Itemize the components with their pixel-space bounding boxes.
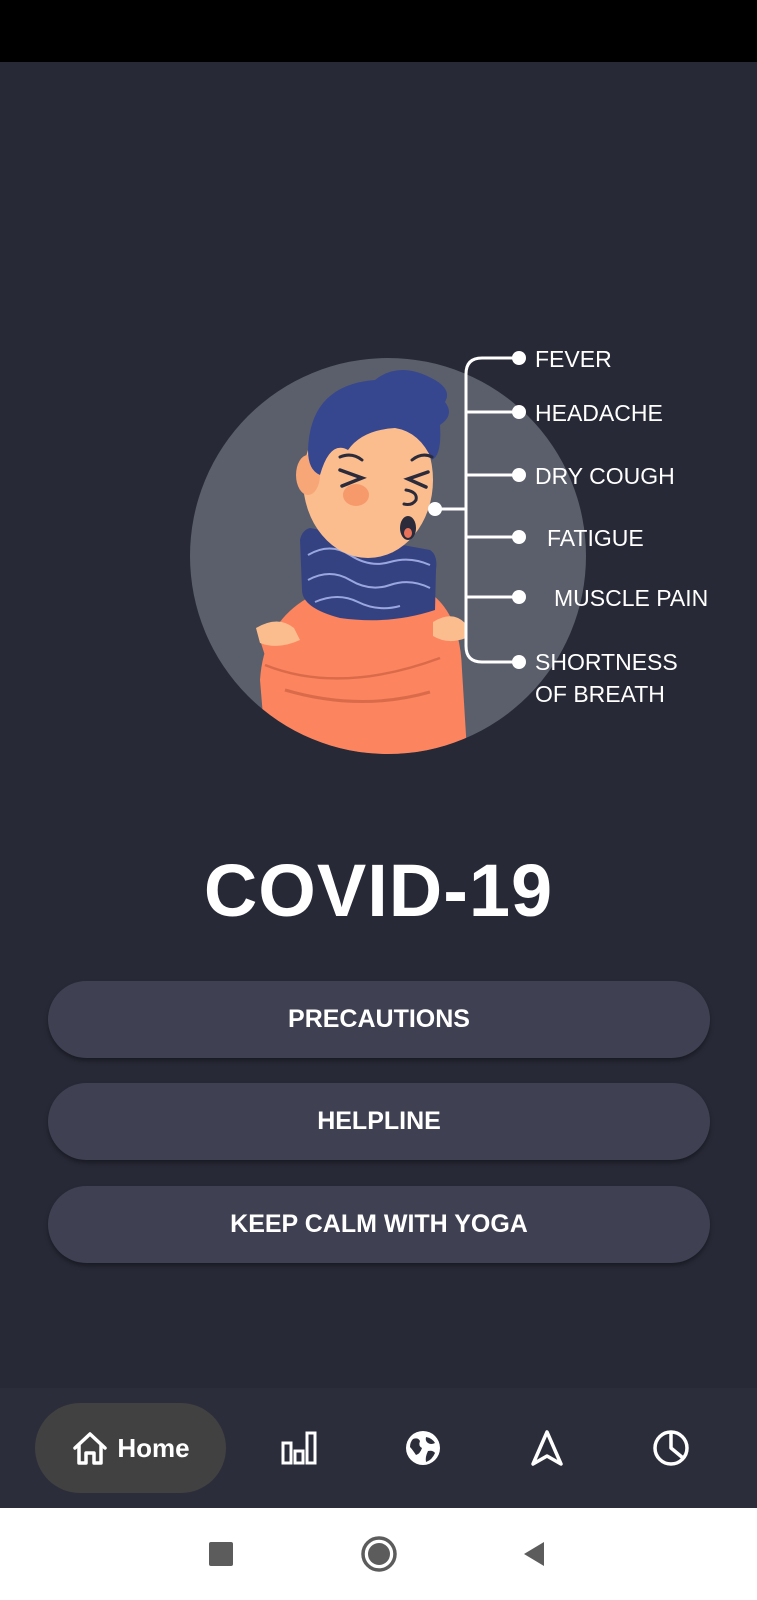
- recents-icon: [208, 1541, 234, 1567]
- precautions-button[interactable]: PRECAUTIONS: [48, 981, 710, 1058]
- symptom-fever: FEVER: [535, 346, 612, 372]
- helpline-button[interactable]: HELPLINE: [48, 1083, 710, 1160]
- page-title: COVID-19: [203, 849, 554, 932]
- home-circle-icon: [360, 1535, 398, 1573]
- navigation-icon: [529, 1429, 565, 1467]
- yoga-button[interactable]: KEEP CALM WITH YOGA: [48, 1186, 710, 1263]
- system-navigation-bar: [0, 1508, 757, 1600]
- symptom-muscle-pain: MUSCLE PAIN: [554, 585, 708, 611]
- symptom-dry-cough: DRY COUGH: [535, 463, 675, 489]
- nav-globe-tab[interactable]: [403, 1428, 443, 1468]
- status-bar: [0, 0, 757, 62]
- nav-home-label: Home: [117, 1432, 190, 1463]
- symptom-of-breath: OF BREATH: [535, 681, 665, 707]
- symptom-fatigue: FATIGUE: [547, 525, 644, 551]
- nav-pie-tab[interactable]: [651, 1428, 691, 1468]
- symptoms-illustration: FEVER HEADACHE DRY COUGH FATIGUE MUSCLE …: [190, 346, 708, 754]
- nav-stats-tab[interactable]: [279, 1428, 319, 1468]
- symptom-shortness: SHORTNESS: [535, 649, 678, 675]
- bottom-navigation: Home: [0, 1388, 757, 1508]
- nav-navigate-tab[interactable]: [527, 1428, 567, 1468]
- home-icon: [71, 1430, 109, 1466]
- pie-chart-icon: [652, 1429, 690, 1467]
- back-icon: [521, 1540, 547, 1568]
- nav-home-tab[interactable]: Home: [35, 1403, 226, 1493]
- symptom-headache: HEADACHE: [535, 400, 663, 426]
- recents-button[interactable]: [201, 1534, 241, 1574]
- globe-icon: [404, 1429, 442, 1467]
- back-button[interactable]: [514, 1534, 554, 1574]
- bar-chart-icon: [280, 1429, 318, 1467]
- system-home-button[interactable]: [359, 1534, 399, 1574]
